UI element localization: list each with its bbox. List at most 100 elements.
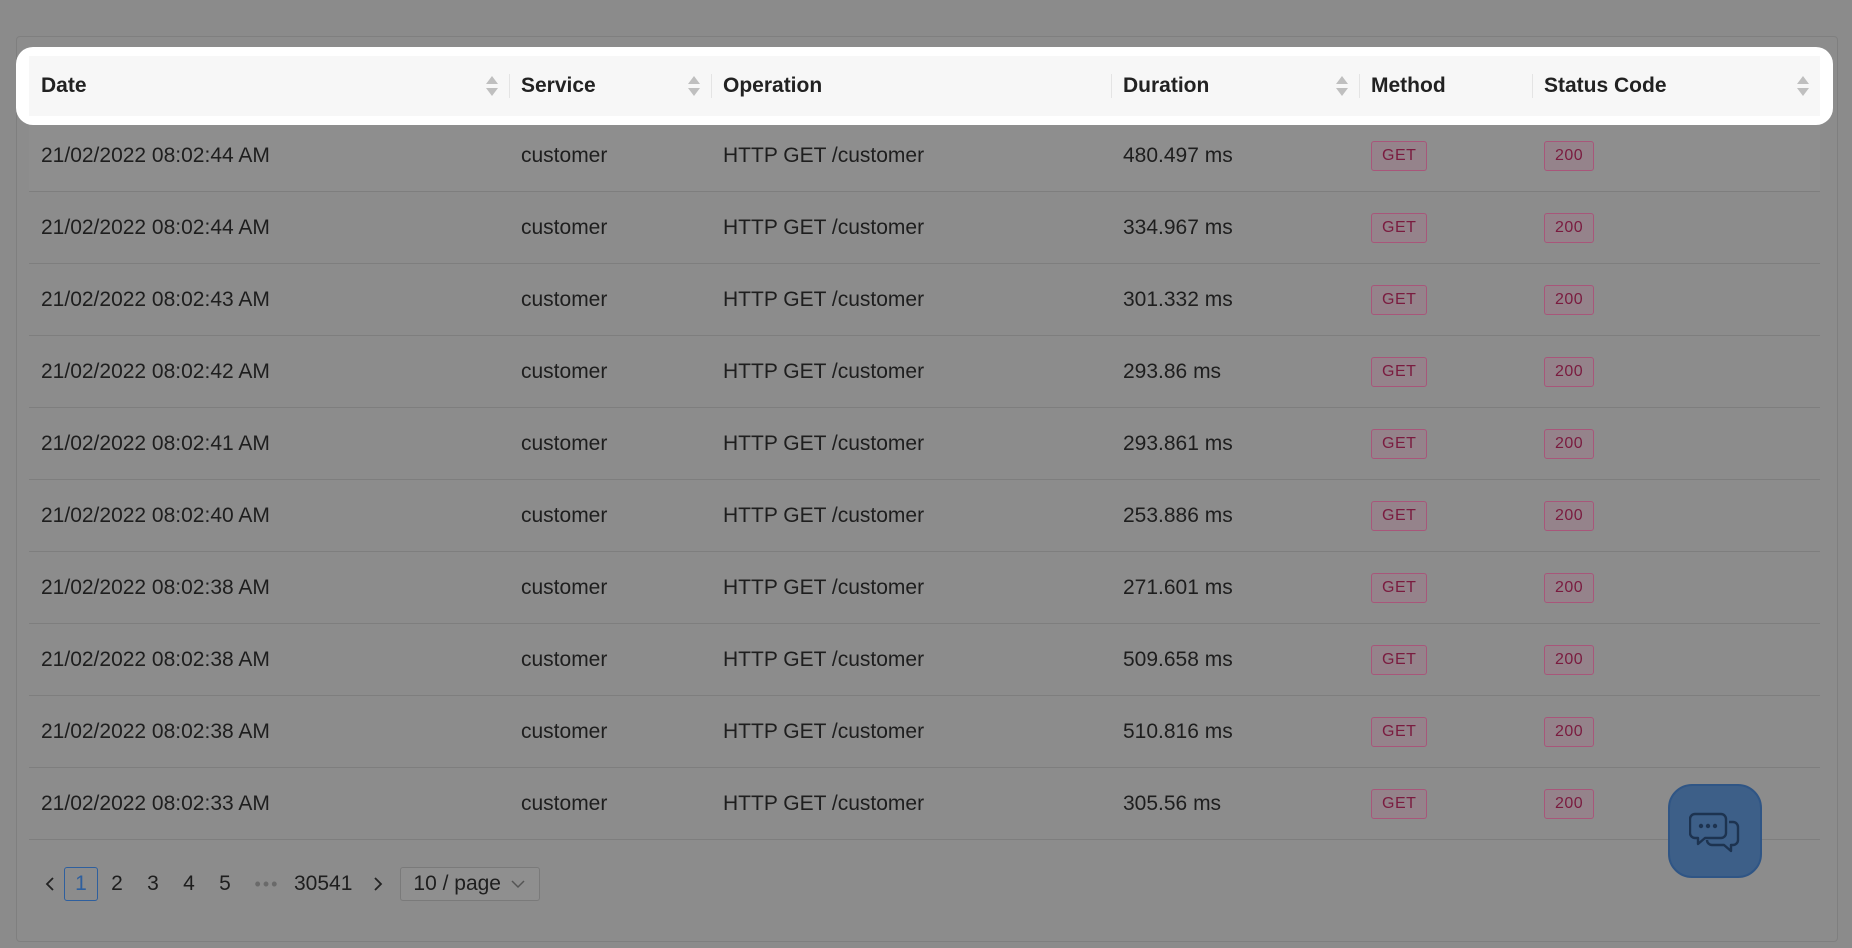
page: Date Service Operation Duration Method S… (0, 0, 1852, 948)
cell-duration: 510.816 ms (1123, 719, 1233, 743)
status-tag: 200 (1544, 140, 1595, 171)
method-tag: GET (1371, 788, 1428, 819)
cell-operation: HTTP GET /customer (723, 791, 925, 815)
chat-button[interactable] (1668, 784, 1762, 878)
method-tag: GET (1371, 140, 1428, 171)
table-row[interactable]: 21/02/2022 08:02:38 AM customer HTTP GET… (29, 624, 1820, 696)
cell-date: 21/02/2022 08:02:43 AM (41, 287, 270, 311)
method-tag: GET (1371, 572, 1428, 603)
cell-duration: 509.658 ms (1123, 647, 1233, 671)
cell-operation: HTTP GET /customer (723, 575, 925, 599)
status-tag: 200 (1544, 500, 1595, 531)
cell-duration: 271.601 ms (1123, 575, 1233, 599)
page-4-button[interactable]: 4 (172, 867, 206, 901)
chevron-down-icon (511, 880, 525, 889)
cell-duration: 480.497 ms (1123, 143, 1233, 167)
cell-method: GET (1359, 356, 1532, 387)
cell-status: 200 (1532, 284, 1820, 315)
cell-status: 200 (1532, 716, 1820, 747)
cell-service: customer (521, 215, 608, 239)
cell-method: GET (1359, 500, 1532, 531)
cell-date: 21/02/2022 08:02:42 AM (41, 359, 270, 383)
sort-icon[interactable] (485, 75, 499, 97)
table-row[interactable]: 21/02/2022 08:02:40 AM customer HTTP GET… (29, 480, 1820, 552)
cell-service: customer (521, 359, 608, 383)
cell-date: 21/02/2022 08:02:41 AM (41, 431, 270, 455)
cell-method: GET (1359, 140, 1532, 171)
status-tag: 200 (1544, 212, 1595, 243)
table-header-highlight: Date Service Operation Duration Method S… (17, 48, 1832, 124)
page-size-label: 10 / page (413, 872, 501, 895)
cell-service: customer (521, 287, 608, 311)
column-header-label: Method (1371, 74, 1446, 97)
table-row[interactable]: 21/02/2022 08:02:44 AM customer HTTP GET… (29, 120, 1820, 192)
cell-date: 21/02/2022 08:02:44 AM (41, 215, 270, 239)
sort-icon[interactable] (1796, 75, 1810, 97)
page-size-select[interactable]: 10 / page (400, 867, 540, 901)
cell-service: customer (521, 431, 608, 455)
cell-method: GET (1359, 716, 1532, 747)
page-5-button[interactable]: 5 (208, 867, 242, 901)
cell-duration: 253.886 ms (1123, 503, 1233, 527)
table-row[interactable]: 21/02/2022 08:02:43 AM customer HTTP GET… (29, 264, 1820, 336)
cell-method: GET (1359, 644, 1532, 675)
cell-method: GET (1359, 284, 1532, 315)
table-body: 21/02/2022 08:02:44 AM customer HTTP GET… (29, 120, 1820, 840)
method-tag: GET (1371, 212, 1428, 243)
sort-icon[interactable] (1335, 75, 1349, 97)
column-header-label: Operation (723, 74, 823, 97)
page-1-button[interactable]: 1 (64, 867, 98, 901)
column-header-date[interactable]: Date (29, 56, 509, 116)
cell-status: 200 (1532, 500, 1820, 531)
status-tag: 200 (1544, 572, 1595, 603)
cell-date: 21/02/2022 08:02:38 AM (41, 575, 270, 599)
page-3-button[interactable]: 3 (136, 867, 170, 901)
cell-duration: 305.56 ms (1123, 791, 1222, 815)
chevron-left-icon[interactable] (36, 867, 64, 901)
pagination: 1 2 3 4 5 ••• 30541 10 / page (36, 866, 540, 902)
cell-status: 200 (1532, 428, 1820, 459)
column-header-service[interactable]: Service (509, 56, 711, 116)
page-last-button[interactable]: 30541 (294, 867, 352, 901)
method-tag: GET (1371, 500, 1428, 531)
table-row[interactable]: 21/02/2022 08:02:33 AM customer HTTP GET… (29, 768, 1820, 840)
table-row[interactable]: 21/02/2022 08:02:38 AM customer HTTP GET… (29, 552, 1820, 624)
cell-service: customer (521, 143, 608, 167)
cell-service: customer (521, 719, 608, 743)
cell-service: customer (521, 791, 608, 815)
cell-service: customer (521, 503, 608, 527)
column-header-duration[interactable]: Duration (1111, 56, 1359, 116)
status-tag: 200 (1544, 788, 1595, 819)
cell-method: GET (1359, 572, 1532, 603)
column-header-label: Date (41, 74, 87, 97)
cell-status: 200 (1532, 140, 1820, 171)
table-row[interactable]: 21/02/2022 08:02:41 AM customer HTTP GET… (29, 408, 1820, 480)
cell-status: 200 (1532, 572, 1820, 603)
column-header-method: Method (1359, 56, 1532, 116)
cell-status: 200 (1532, 644, 1820, 675)
table-row[interactable]: 21/02/2022 08:02:42 AM customer HTTP GET… (29, 336, 1820, 408)
page-ellipsis[interactable]: ••• (244, 874, 290, 895)
cell-operation: HTTP GET /customer (723, 215, 925, 239)
table-row[interactable]: 21/02/2022 08:02:44 AM customer HTTP GET… (29, 192, 1820, 264)
sort-icon[interactable] (687, 75, 701, 97)
cell-operation: HTTP GET /customer (723, 359, 925, 383)
column-header-label: Service (521, 74, 596, 97)
cell-operation: HTTP GET /customer (723, 431, 925, 455)
column-header-status-code[interactable]: Status Code (1532, 56, 1820, 116)
page-2-button[interactable]: 2 (100, 867, 134, 901)
method-tag: GET (1371, 644, 1428, 675)
status-tag: 200 (1544, 716, 1595, 747)
cell-duration: 293.861 ms (1123, 431, 1233, 455)
cell-operation: HTTP GET /customer (723, 143, 925, 167)
cell-date: 21/02/2022 08:02:44 AM (41, 143, 270, 167)
cell-service: customer (521, 647, 608, 671)
chevron-right-icon[interactable] (364, 867, 392, 901)
method-tag: GET (1371, 356, 1428, 387)
cell-operation: HTTP GET /customer (723, 719, 925, 743)
cell-duration: 334.967 ms (1123, 215, 1233, 239)
status-tag: 200 (1544, 644, 1595, 675)
status-tag: 200 (1544, 356, 1595, 387)
table-row[interactable]: 21/02/2022 08:02:38 AM customer HTTP GET… (29, 696, 1820, 768)
cell-date: 21/02/2022 08:02:40 AM (41, 503, 270, 527)
